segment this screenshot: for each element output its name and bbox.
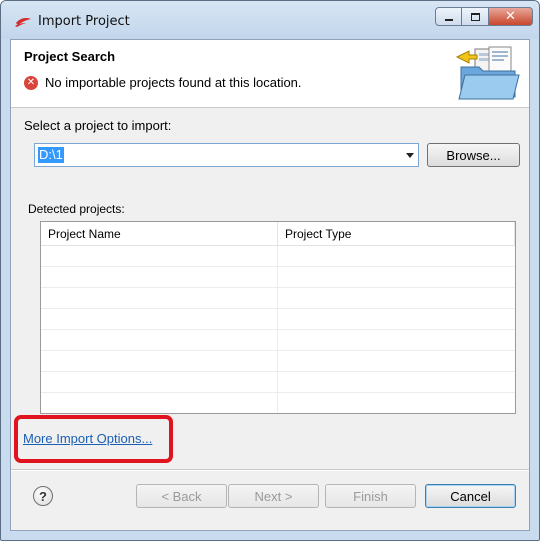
detected-projects-label: Detected projects:	[28, 202, 125, 216]
column-header-project-name[interactable]: Project Name	[41, 222, 278, 246]
silabs-logo-icon	[15, 18, 31, 27]
close-button[interactable]: ✕	[489, 7, 533, 26]
table-row	[41, 246, 515, 267]
table-row	[41, 288, 515, 309]
finish-button[interactable]: Finish	[325, 484, 416, 508]
title-bar[interactable]: Import Project ✕	[1, 1, 539, 39]
window-title: Import Project	[38, 14, 130, 29]
table-row	[41, 267, 515, 288]
page-title: Project Search	[24, 49, 116, 64]
import-project-window: Import Project ✕ Project Search ✕ No imp…	[0, 0, 540, 541]
help-icon[interactable]: ?	[33, 486, 53, 506]
minimize-button[interactable]	[435, 7, 462, 26]
error-icon: ✕	[24, 76, 38, 90]
table-header: Project Name Project Type	[41, 222, 515, 246]
maximize-button[interactable]	[462, 7, 489, 26]
detected-projects-table[interactable]: Project Name Project Type	[40, 221, 516, 414]
table-row	[41, 309, 515, 330]
table-row	[41, 393, 515, 413]
dialog-client-area: Project Search ✕ No importable projects …	[10, 39, 530, 531]
wizard-header: Project Search ✕ No importable projects …	[11, 40, 529, 108]
window-controls: ✕	[435, 7, 533, 26]
maximize-icon	[470, 12, 480, 21]
more-import-options-link[interactable]: More Import Options...	[23, 431, 152, 446]
footer-separator	[11, 469, 529, 471]
column-header-project-type[interactable]: Project Type	[278, 222, 515, 246]
cancel-button[interactable]: Cancel	[425, 484, 516, 508]
browse-button[interactable]: Browse...	[427, 143, 520, 167]
close-icon: ✕	[505, 9, 516, 24]
table-body	[41, 246, 515, 413]
back-button[interactable]: < Back	[136, 484, 227, 508]
project-path-combo[interactable]: D:\1	[34, 143, 419, 167]
table-row	[41, 330, 515, 351]
project-path-value[interactable]: D:\1	[38, 147, 64, 163]
table-row	[41, 372, 515, 393]
error-message: No importable projects found at this loc…	[45, 75, 302, 90]
minimize-icon	[444, 18, 453, 21]
next-button[interactable]: Next >	[228, 484, 319, 508]
chevron-down-icon[interactable]	[406, 153, 414, 158]
import-folder-wizard-icon	[455, 46, 520, 100]
select-project-label: Select a project to import:	[24, 118, 172, 133]
table-row	[41, 351, 515, 372]
